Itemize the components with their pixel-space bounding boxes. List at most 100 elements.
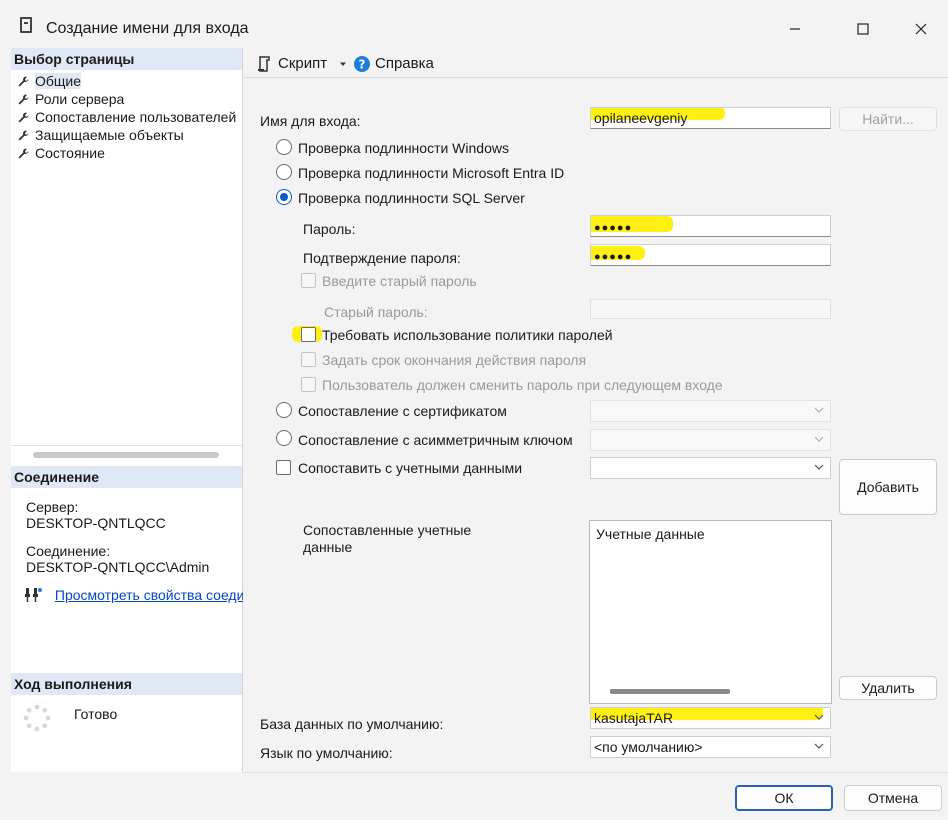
progress-status: Готово [74, 706, 118, 722]
pages-header: Выбор страницы [11, 48, 242, 70]
close-icon [915, 23, 927, 35]
password-input[interactable]: ●●●●● [590, 215, 831, 237]
close-button[interactable] [898, 10, 944, 48]
server-label: Сервер: [26, 499, 79, 515]
sidebar-item-label: Защищаемые объекты [35, 127, 184, 143]
list-horizontal-scrollbar[interactable] [610, 689, 730, 694]
password-value: ●●●●● [594, 222, 633, 234]
chevron-down-icon [814, 407, 824, 413]
auth-windows-radio[interactable] [276, 139, 292, 155]
script-dropdown-button[interactable] [339, 53, 347, 75]
sidebar-item-user-mapping[interactable]: Сопоставление пользователей [11, 108, 242, 126]
script-label: Скрипт [278, 55, 328, 72]
map-certificate-label: Сопоставление с сертификатом [298, 403, 507, 419]
minimize-icon [790, 28, 800, 30]
sidebar-item-label: Общие [35, 73, 82, 89]
connection-label: Соединение: [26, 543, 111, 559]
window-title: Создание имени для входа [46, 20, 249, 37]
certificate-combo[interactable] [590, 400, 831, 422]
toolbar: Скрипт ? Справка [244, 48, 948, 78]
connection-properties-icon [25, 588, 42, 602]
auth-sql-radio[interactable] [276, 189, 292, 205]
general-page: Имя для входа: opilaneevgeniy Найти... П… [244, 78, 948, 772]
sidebar-item-general[interactable]: Общие [11, 72, 242, 90]
wrench-icon [18, 94, 29, 105]
confirm-password-input[interactable]: ●●●●● [590, 244, 831, 266]
auth-entra-radio[interactable] [276, 164, 292, 180]
maximize-button[interactable] [840, 10, 886, 48]
map-credential-checkbox[interactable] [276, 460, 291, 475]
must-change-checkbox[interactable] [301, 377, 316, 392]
help-icon: ? [354, 56, 370, 72]
mapped-credentials-label: Сопоставленные учетные данные [303, 522, 472, 555]
login-name-value: opilaneevgeniy [594, 110, 688, 126]
default-lang-combo[interactable]: <по умолчанию> [590, 736, 831, 758]
footer-left-area [0, 772, 244, 820]
auth-sql-label: Проверка подлинности SQL Server [298, 190, 525, 206]
auth-entra-label: Проверка подлинности Microsoft Entra ID [298, 165, 565, 181]
sidebar-item-securables[interactable]: Защищаемые объекты [11, 126, 242, 144]
chevron-down-icon [814, 464, 824, 470]
remove-button[interactable]: Удалить [839, 676, 937, 700]
progress-header: Ход выполнения [11, 673, 242, 695]
help-label: Справка [375, 55, 434, 72]
wrench-icon [18, 148, 29, 159]
wrench-icon [18, 130, 29, 141]
old-password-label: Старый пароль: [324, 304, 428, 320]
enforce-expiration-checkbox[interactable] [301, 352, 316, 367]
password-label: Пароль: [303, 221, 356, 237]
sidebar-item-server-roles[interactable]: Роли сервера [11, 90, 242, 108]
confirm-password-label: Подтверждение пароля: [303, 250, 461, 266]
default-db-label: База данных по умолчанию: [260, 716, 444, 732]
find-button[interactable]: Найти... [839, 107, 937, 131]
sidebar-item-label: Состояние [35, 145, 105, 161]
map-asym-key-radio[interactable] [276, 430, 292, 446]
connection-value: DESKTOP-QNTLQCC\Admin [26, 559, 210, 575]
script-button[interactable]: Скрипт [256, 53, 327, 75]
wrench-icon [18, 112, 29, 123]
svg-text:?: ? [359, 58, 366, 72]
default-db-combo[interactable]: kasutajaTAR [590, 707, 831, 729]
confirm-password-value: ●●●●● [594, 251, 633, 263]
credentials-column-header: Учетные данные [596, 526, 705, 542]
map-certificate-radio[interactable] [276, 402, 292, 418]
enforce-expiration-label: Задать срок окончания действия пароля [322, 352, 587, 368]
connection-header: Соединение [11, 466, 242, 488]
old-password-input[interactable] [590, 299, 831, 319]
chevron-down-icon [814, 436, 824, 442]
view-connection-link[interactable]: Просмотреть свойства соединения [55, 587, 243, 603]
cancel-button[interactable]: Отмена [844, 785, 942, 811]
sidebar-item-status[interactable]: Состояние [11, 144, 242, 162]
credential-combo[interactable] [590, 457, 831, 479]
old-password-checkbox[interactable] [301, 273, 316, 288]
sidebar-item-label: Роли сервера [35, 91, 125, 107]
default-lang-value: <по умолчанию> [594, 739, 703, 755]
enforce-policy-label: Требовать использование политики паролей [322, 327, 613, 343]
login-name-label: Имя для входа: [260, 113, 361, 129]
login-name-input[interactable]: opilaneevgeniy [590, 107, 831, 129]
chevron-down-icon [814, 714, 824, 720]
chevron-down-icon [814, 743, 824, 749]
mapped-credentials-list[interactable]: Учетные данные [589, 520, 832, 704]
asym-key-combo[interactable] [590, 429, 831, 451]
wrench-icon [18, 76, 29, 87]
dropdown-arrow-icon [340, 62, 346, 66]
progress-spinner-icon [23, 704, 51, 732]
dialog-footer: ОК Отмена [244, 772, 948, 820]
minimize-button[interactable] [772, 10, 818, 48]
sidebar-item-label: Сопоставление пользователей [35, 109, 237, 125]
must-change-label: Пользователь должен сменить пароль при с… [322, 377, 723, 393]
maximize-icon [857, 23, 869, 35]
add-button[interactable]: Добавить [839, 459, 937, 515]
app-icon [20, 17, 32, 33]
help-button[interactable]: ? Справка [353, 53, 434, 75]
map-credential-label: Сопоставить с учетными данными [298, 460, 523, 476]
default-db-value: kasutajaTAR [594, 710, 674, 726]
sidebar-horizontal-scrollbar[interactable] [33, 452, 219, 458]
enforce-policy-checkbox[interactable] [301, 327, 316, 342]
view-connection-properties[interactable]: Просмотреть свойства соединения [23, 586, 243, 606]
script-icon [258, 56, 270, 72]
ok-button[interactable]: ОК [735, 785, 833, 811]
left-panel: Выбор страницы Общие Роли сервера Сопост… [11, 48, 243, 772]
default-lang-label: Язык по умолчанию: [260, 745, 393, 761]
